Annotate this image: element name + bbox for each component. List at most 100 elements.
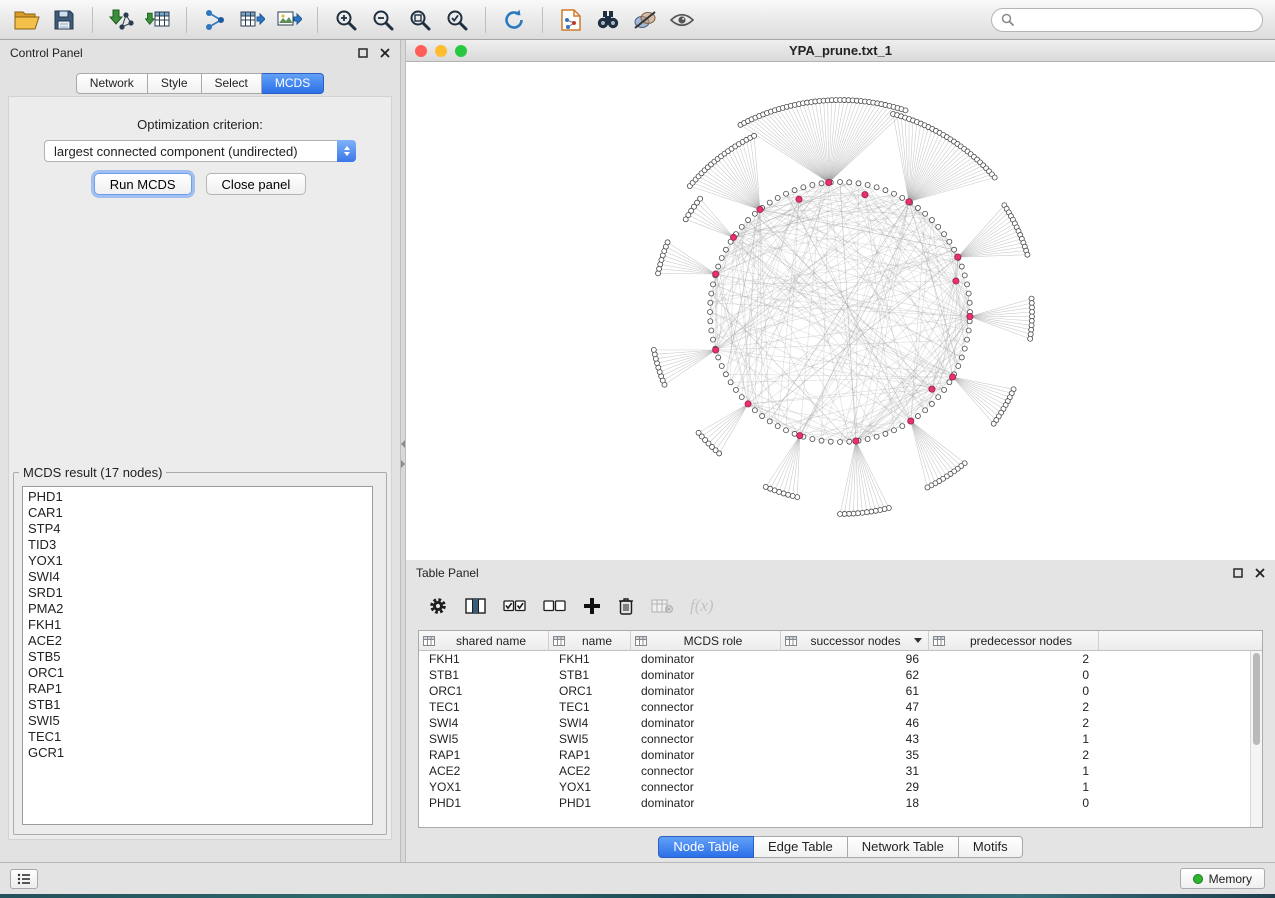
table-cell: 0 xyxy=(929,795,1099,811)
mcds-result-item[interactable]: FKH1 xyxy=(28,617,372,633)
table-cell: 2 xyxy=(929,651,1099,667)
zoom-selected-icon[interactable] xyxy=(442,5,472,35)
refresh-icon[interactable] xyxy=(499,5,529,35)
export-network-icon[interactable] xyxy=(200,5,230,35)
deselect-all-icon[interactable] xyxy=(543,598,566,614)
mcds-result-item[interactable]: RAP1 xyxy=(28,681,372,697)
column-header-shared-name[interactable]: shared name xyxy=(419,631,549,651)
table-row[interactable]: ORC1ORC1dominator610 xyxy=(419,683,1262,699)
table-row[interactable]: PHD1PHD1dominator180 xyxy=(419,795,1262,811)
show-columns-icon[interactable] xyxy=(465,597,486,615)
save-session-icon[interactable] xyxy=(49,5,79,35)
select-all-icon[interactable] xyxy=(503,598,526,614)
zoom-fit-icon[interactable] xyxy=(405,5,435,35)
mcds-result-item[interactable]: ORC1 xyxy=(28,665,372,681)
mcds-result-item[interactable]: SWI4 xyxy=(28,569,372,585)
toolbar-separator xyxy=(317,7,318,33)
list-icon xyxy=(17,873,31,885)
window-close-button[interactable] xyxy=(415,45,427,57)
column-header-name[interactable]: name xyxy=(549,631,631,651)
import-network-icon[interactable] xyxy=(106,5,136,35)
column-header-MCDS-role[interactable]: MCDS role xyxy=(631,631,781,651)
table-row[interactable]: SWI4SWI4dominator462 xyxy=(419,715,1262,731)
table-row[interactable]: SWI5SWI5connector431 xyxy=(419,731,1262,747)
show-hide-icon[interactable] xyxy=(667,5,697,35)
table-cell: RAP1 xyxy=(549,747,631,763)
mcds-result-item[interactable]: SRD1 xyxy=(28,585,372,601)
criterion-dropdown[interactable]: largest connected component (undirected) xyxy=(44,140,356,162)
table-cell: SWI4 xyxy=(549,715,631,731)
table-row[interactable]: STB1STB1dominator620 xyxy=(419,667,1262,683)
mcds-result-item[interactable]: ACE2 xyxy=(28,633,372,649)
mcds-result-item[interactable]: TEC1 xyxy=(28,729,372,745)
table-cell: dominator xyxy=(631,795,781,811)
tab-node-table[interactable]: Node Table xyxy=(658,836,754,858)
table-cell: 61 xyxy=(781,683,929,699)
delete-column-icon[interactable] xyxy=(618,596,634,616)
search-input[interactable] xyxy=(1020,12,1253,27)
table-cell: connector xyxy=(631,699,781,715)
close-panel-icon[interactable] xyxy=(380,48,390,58)
mcds-result-item[interactable]: GCR1 xyxy=(28,745,372,761)
tab-network-table[interactable]: Network Table xyxy=(848,836,959,858)
window-minimize-button[interactable] xyxy=(435,45,447,57)
sort-caret-icon[interactable] xyxy=(914,638,922,643)
mcds-result-list[interactable]: PHD1CAR1STP4TID3YOX1SWI4SRD1PMA2FKH1ACE2… xyxy=(22,486,373,825)
export-image-icon[interactable] xyxy=(274,5,304,35)
table-row[interactable]: YOX1YOX1connector291 xyxy=(419,779,1262,795)
table-cell: ACE2 xyxy=(419,763,549,779)
close-panel-icon[interactable] xyxy=(1255,568,1265,578)
network-canvas[interactable] xyxy=(406,62,1275,559)
zoom-out-icon[interactable] xyxy=(368,5,398,35)
export-table-icon[interactable] xyxy=(237,5,267,35)
tab-edge-table[interactable]: Edge Table xyxy=(754,836,848,858)
tab-network[interactable]: Network xyxy=(76,73,148,94)
close-panel-button[interactable]: Close panel xyxy=(206,173,307,195)
table-cell: YOX1 xyxy=(549,779,631,795)
mcds-result-item[interactable]: TID3 xyxy=(28,537,372,553)
table-row[interactable]: ACE2ACE2connector311 xyxy=(419,763,1262,779)
mcds-result-item[interactable]: CAR1 xyxy=(28,505,372,521)
mcds-result-item[interactable]: STP4 xyxy=(28,521,372,537)
table-row[interactable]: FKH1FKH1dominator962 xyxy=(419,651,1262,667)
float-panel-icon[interactable] xyxy=(358,48,368,58)
table-cell: 18 xyxy=(781,795,929,811)
scrollbar-thumb[interactable] xyxy=(1253,653,1260,745)
float-panel-icon[interactable] xyxy=(1233,568,1243,578)
mcds-result-item[interactable]: PHD1 xyxy=(28,489,372,505)
create-column-icon[interactable] xyxy=(583,597,601,615)
style-filter-icon[interactable] xyxy=(630,5,660,35)
mcds-result-item[interactable]: STB1 xyxy=(28,697,372,713)
table-scrollbar[interactable] xyxy=(1250,651,1262,827)
run-mcds-button[interactable]: Run MCDS xyxy=(94,173,192,195)
share-document-icon[interactable] xyxy=(556,5,586,35)
right-column: YPA_prune.txt_1 Table Panel xyxy=(406,40,1275,862)
tab-style[interactable]: Style xyxy=(148,73,202,94)
mcds-result-item[interactable]: YOX1 xyxy=(28,553,372,569)
search-box[interactable] xyxy=(991,8,1263,32)
control-panel-header: Control Panel xyxy=(0,40,400,66)
dropdown-stepper-icon xyxy=(337,140,356,162)
network-title: YPA_prune.txt_1 xyxy=(789,43,892,58)
memory-button[interactable]: Memory xyxy=(1180,868,1265,889)
table-toolbar: f(x) xyxy=(406,586,1275,626)
zoom-in-icon[interactable] xyxy=(331,5,361,35)
table-settings-gear-icon[interactable] xyxy=(428,596,448,616)
window-zoom-button[interactable] xyxy=(455,45,467,57)
tab-motifs[interactable]: Motifs xyxy=(959,836,1023,858)
cytopanel-list-button[interactable] xyxy=(10,869,38,889)
mcds-result-item[interactable]: SWI5 xyxy=(28,713,372,729)
table-row[interactable]: RAP1RAP1dominator352 xyxy=(419,747,1262,763)
tab-mcds[interactable]: MCDS xyxy=(262,73,324,94)
find-icon[interactable] xyxy=(593,5,623,35)
table-row[interactable]: TEC1TEC1connector472 xyxy=(419,699,1262,715)
column-header-successor-nodes[interactable]: successor nodes xyxy=(781,631,929,651)
mcds-result-item[interactable]: STB5 xyxy=(28,649,372,665)
toolbar-separator xyxy=(542,7,543,33)
tab-select[interactable]: Select xyxy=(202,73,262,94)
mcds-result-item[interactable]: PMA2 xyxy=(28,601,372,617)
column-header-predecessor-nodes[interactable]: predecessor nodes xyxy=(929,631,1099,651)
desktop-background-strip xyxy=(0,894,1275,898)
open-file-icon[interactable] xyxy=(12,5,42,35)
import-table-icon[interactable] xyxy=(143,5,173,35)
